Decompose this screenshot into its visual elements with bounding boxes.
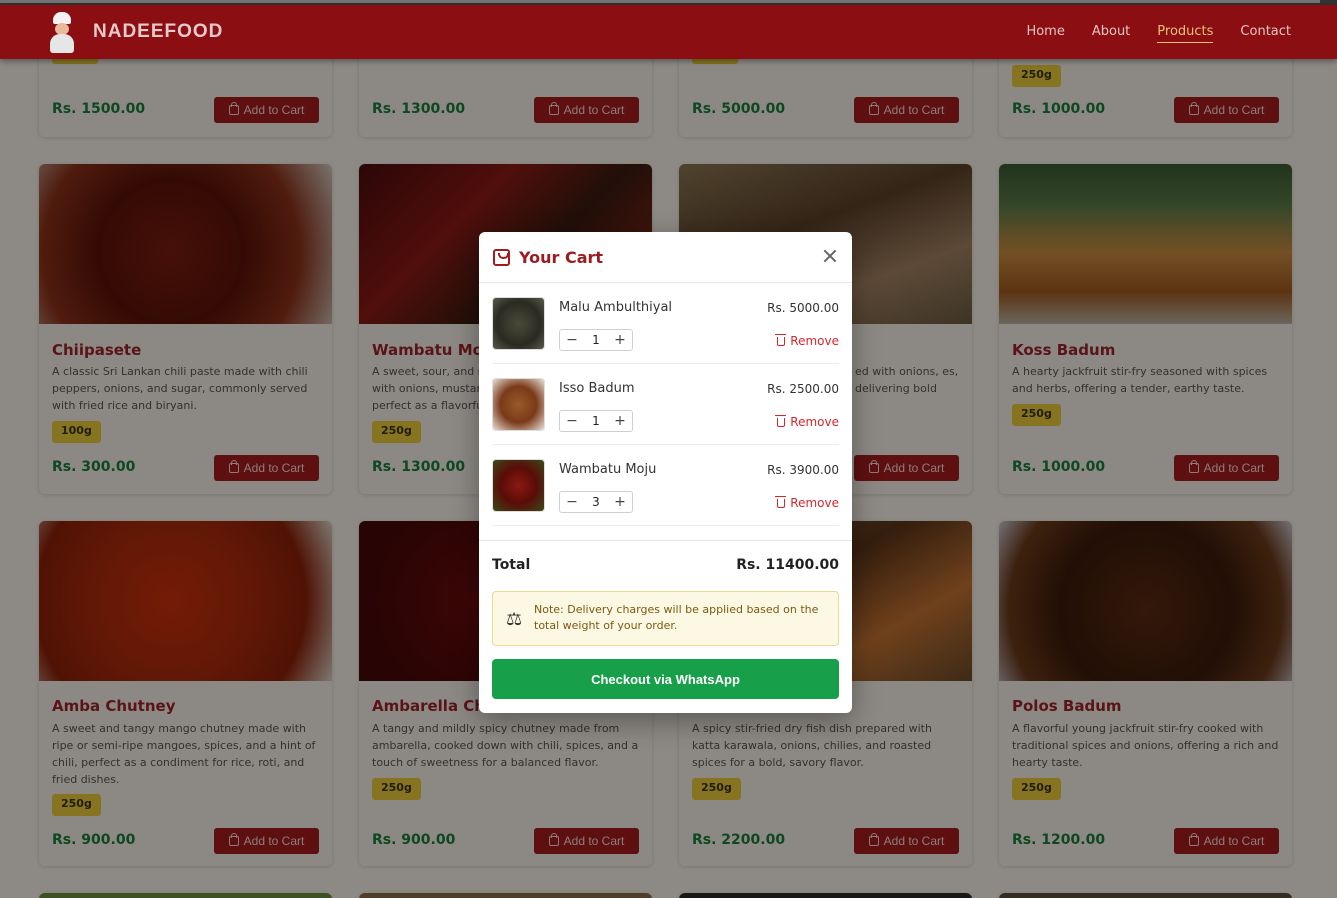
total-label: Total <box>492 557 531 573</box>
trash-icon <box>775 414 787 427</box>
main-nav: Home About Products Contact <box>1026 24 1291 43</box>
shopping-bag-icon <box>493 249 510 270</box>
cart-item: Malu Ambulthiyal Rs. 5000.00 − 1 + Remov… <box>492 283 839 364</box>
cart-item-name: Isso Badum <box>559 381 635 396</box>
quantity-value[interactable]: 1 <box>584 333 608 347</box>
close-icon[interactable] <box>822 248 838 264</box>
remove-button[interactable]: Remove <box>775 495 839 510</box>
cart-item-thumbnail <box>492 297 545 350</box>
trash-icon <box>775 495 787 508</box>
remove-button[interactable]: Remove <box>775 414 839 429</box>
cart-item-price: Rs. 3900.00 <box>767 463 839 477</box>
cart-item: Isso Badum Rs. 2500.00 − 1 + Remove <box>492 364 839 445</box>
scale-icon: ⚖ <box>506 609 523 630</box>
chef-logo-icon <box>44 11 80 53</box>
cart-item-thumbnail <box>492 459 545 512</box>
minus-icon[interactable]: − <box>560 411 584 431</box>
quantity-stepper: − 1 + <box>559 329 633 351</box>
cart-title: Your Cart <box>519 248 604 267</box>
cart-divider <box>479 540 852 541</box>
remove-button[interactable]: Remove <box>775 333 839 348</box>
cart-item-name: Wambatu Moju <box>559 462 657 477</box>
cart-header: Your Cart <box>479 232 852 283</box>
brand[interactable]: NADEEFOOD <box>44 11 223 53</box>
cart-modal: Your Cart Malu Ambulthiyal Rs. 5000.00 −… <box>479 232 852 713</box>
quantity-value[interactable]: 1 <box>584 414 608 428</box>
plus-icon[interactable]: + <box>608 330 632 350</box>
nav-products[interactable]: Products <box>1157 24 1214 43</box>
cart-item-name: Malu Ambulthiyal <box>559 300 673 315</box>
cart-item: Wambatu Moju Rs. 3900.00 − 3 + Remove <box>492 445 839 526</box>
nav-about[interactable]: About <box>1092 24 1130 43</box>
delivery-note: ⚖ Note: Delivery charges will be applied… <box>492 591 839 646</box>
minus-icon[interactable]: − <box>560 492 584 512</box>
total-value: Rs. 11400.00 <box>736 557 839 573</box>
brand-name: NADEEFOOD <box>93 21 224 42</box>
plus-icon[interactable]: + <box>608 492 632 512</box>
plus-icon[interactable]: + <box>608 411 632 431</box>
quantity-stepper: − 3 + <box>559 491 633 513</box>
cart-item-thumbnail <box>492 378 545 431</box>
minus-icon[interactable]: − <box>560 330 584 350</box>
quantity-value[interactable]: 3 <box>584 495 608 509</box>
cart-item-price: Rs. 2500.00 <box>767 382 839 396</box>
delivery-note-text: Note: Delivery charges will be applied b… <box>534 603 819 632</box>
nav-home[interactable]: Home <box>1026 24 1064 43</box>
site-header: NADEEFOOD Home About Products Contact <box>0 5 1337 59</box>
checkout-whatsapp-button[interactable]: Checkout via WhatsApp <box>492 659 839 699</box>
cart-item-price: Rs. 5000.00 <box>767 301 839 315</box>
nav-contact[interactable]: Contact <box>1240 24 1291 43</box>
trash-icon <box>775 333 787 346</box>
quantity-stepper: − 1 + <box>559 410 633 432</box>
